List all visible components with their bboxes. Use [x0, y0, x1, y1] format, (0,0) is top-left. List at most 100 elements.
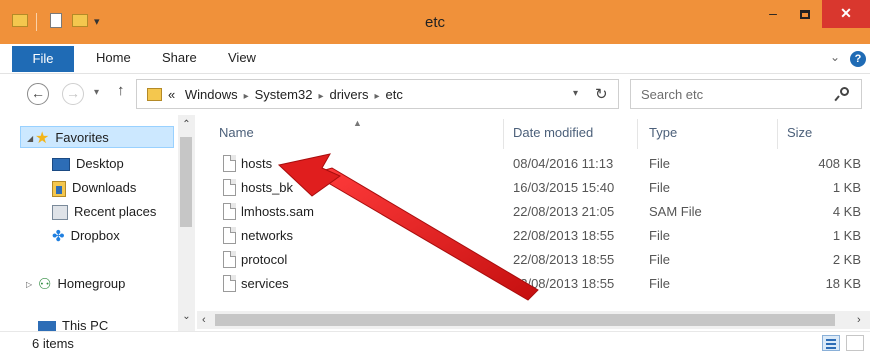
tab-file[interactable]: File [12, 46, 74, 72]
file-date: 16/03/2015 15:40 [513, 180, 615, 195]
nav-item-homegroup[interactable]: ▷ ⚇ Homegroup [26, 273, 126, 295]
file-name: hosts [241, 156, 273, 171]
scroll-down-icon[interactable]: ⌄ [178, 311, 195, 322]
file-row[interactable]: hosts 08/04/2016 11:13 File 408 KB [197, 152, 870, 176]
address-bar[interactable]: « Windows ▸ System32 ▸ drivers ▸ etc ▾ ↻ [136, 79, 619, 109]
back-button[interactable]: ← [27, 83, 49, 105]
horizontal-scrollbar[interactable]: ‹ › [197, 311, 870, 329]
search-icon[interactable] [834, 86, 851, 102]
details-view-button[interactable] [822, 335, 840, 351]
scroll-left-icon[interactable]: ‹ [202, 311, 206, 329]
nav-item-desktop[interactable]: Desktop [52, 153, 124, 175]
tab-view[interactable]: View [228, 50, 256, 65]
recent-places-icon [52, 205, 68, 221]
file-type: File [649, 228, 670, 243]
breadcrumb-windows[interactable]: Windows [179, 87, 238, 102]
search-input[interactable]: Search etc [630, 79, 862, 109]
column-divider[interactable] [637, 119, 638, 149]
file-name: protocol [241, 252, 288, 267]
column-header-type[interactable]: Type [649, 125, 677, 140]
tab-home[interactable]: Home [96, 50, 131, 65]
breadcrumb-system32[interactable]: System32 [255, 87, 313, 102]
file-date: 22/08/2013 18:55 [513, 276, 615, 291]
nav-item-label: Recent places [74, 204, 157, 219]
maximize-button[interactable] [790, 0, 820, 28]
address-history-icon[interactable]: ▾ [573, 88, 578, 99]
file-icon [223, 275, 236, 292]
file-type: SAM File [649, 204, 702, 219]
tab-share[interactable]: Share [162, 50, 197, 65]
file-date: 08/04/2016 11:13 [513, 156, 614, 171]
nav-item-this-pc[interactable]: This PC [30, 319, 108, 331]
file-size: 18 KB [825, 276, 861, 291]
nav-item-dropbox[interactable]: ✤ Dropbox [52, 225, 120, 247]
expand-ribbon-icon[interactable]: ⌄ [830, 50, 840, 64]
file-type: File [649, 156, 670, 171]
file-size: 4 KB [832, 204, 861, 219]
large-icons-view-button[interactable] [846, 335, 864, 351]
close-button[interactable]: ✕ [822, 0, 870, 28]
column-header-size[interactable]: Size [787, 125, 812, 140]
column-header-name[interactable]: Name [219, 125, 254, 140]
scrollbar-thumb[interactable] [215, 314, 835, 326]
file-name: services [241, 276, 289, 291]
window-title: etc [424, 14, 445, 31]
scrollbar-thumb[interactable] [180, 137, 192, 227]
nav-item-recent-places[interactable]: Recent places [52, 201, 156, 223]
nav-item-label: This PC [62, 319, 109, 331]
help-icon[interactable]: ? [850, 51, 866, 67]
nav-item-label: Downloads [72, 180, 137, 195]
address-bar-row: ← → ▾ ↑ « Windows ▸ System32 ▸ drivers ▸ etc ▾… [0, 75, 870, 113]
breadcrumb-overflow[interactable]: « [168, 87, 175, 102]
collapse-icon[interactable]: ◢ [27, 128, 33, 150]
nav-item-label: Desktop [76, 156, 124, 171]
recent-locations-icon[interactable]: ▾ [94, 87, 99, 98]
breadcrumb-separator[interactable]: ▸ [312, 91, 329, 102]
file-row[interactable]: protocol 22/08/2013 18:55 File 2 KB [197, 248, 870, 272]
breadcrumb-separator[interactable]: ▸ [369, 91, 386, 102]
file-date: 22/08/2013 21:05 [513, 204, 615, 219]
scroll-up-icon[interactable]: ⌃ [178, 119, 195, 130]
nav-item-label: Homegroup [57, 276, 126, 291]
file-row[interactable]: services 22/08/2013 18:55 File 18 KB [197, 272, 870, 296]
up-button[interactable]: ↑ [117, 82, 125, 99]
file-row[interactable]: lmhosts.sam 22/08/2013 21:05 SAM File 4 … [197, 200, 870, 224]
file-date: 22/08/2013 18:55 [513, 252, 615, 267]
homegroup-icon: ⚇ [38, 275, 52, 293]
file-size: 2 KB [832, 252, 861, 267]
nav-item-label: Dropbox [70, 228, 120, 243]
file-size: 1 KB [832, 228, 861, 243]
file-date: 22/08/2013 18:55 [513, 228, 615, 243]
column-divider[interactable] [503, 119, 504, 149]
search-placeholder: Search etc [641, 87, 704, 102]
minimize-button[interactable]: – [758, 0, 788, 28]
breadcrumb-etc[interactable]: etc [386, 87, 403, 102]
file-type: File [649, 252, 670, 267]
file-icon [223, 251, 236, 268]
breadcrumb-drivers[interactable]: drivers [329, 87, 368, 102]
title-bar: ▾ etc – ✕ [0, 0, 870, 44]
column-header-date[interactable]: Date modified [513, 125, 593, 140]
item-count: 6 items [32, 336, 74, 351]
column-divider[interactable] [777, 119, 778, 149]
nav-scrollbar[interactable]: ⌃ ⌄ [178, 115, 195, 331]
scroll-right-icon[interactable]: › [857, 311, 861, 329]
file-row[interactable]: networks 22/08/2013 18:55 File 1 KB [197, 224, 870, 248]
nav-item-favorites[interactable]: ◢ ★ Favorites [20, 126, 174, 148]
folder-icon [147, 88, 162, 101]
forward-button[interactable]: → [62, 83, 84, 105]
breadcrumb-separator[interactable]: ▸ [238, 91, 255, 102]
this-pc-icon [38, 321, 56, 331]
file-name: hosts_bk [241, 180, 294, 195]
refresh-icon[interactable]: ↻ [595, 85, 608, 103]
star-icon: ★ [35, 129, 50, 147]
downloads-icon [52, 180, 66, 197]
file-icon [223, 227, 236, 244]
file-row[interactable]: hosts_bk 16/03/2015 15:40 File 1 KB [197, 176, 870, 200]
file-type: File [649, 180, 670, 195]
status-bar: 6 items [0, 331, 870, 354]
maximize-icon [800, 9, 810, 19]
expand-icon[interactable]: ▷ [26, 274, 32, 296]
file-list: ▲ Name Date modified Type Size hosts 08/… [197, 115, 870, 331]
nav-item-downloads[interactable]: Downloads [52, 177, 136, 199]
